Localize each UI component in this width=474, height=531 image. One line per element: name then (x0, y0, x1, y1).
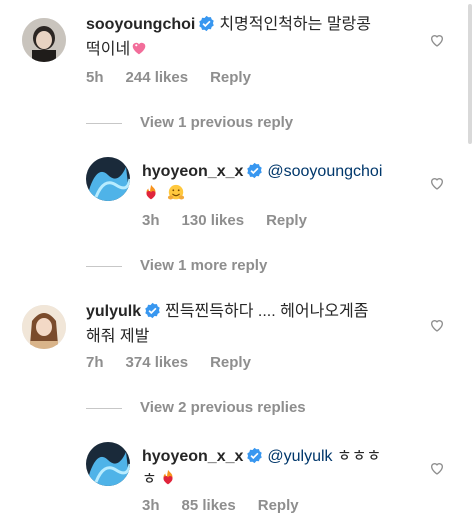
likes-count[interactable]: 374 likes (126, 354, 189, 371)
comment-body: 찐득찐득하다 .... 헤어나오게좀 (165, 303, 369, 320)
like-heart-icon[interactable] (429, 317, 445, 333)
verified-icon (199, 15, 215, 32)
view-previous-reply-link[interactable]: View 1 previous reply (86, 114, 293, 131)
scrollbar[interactable] (468, 4, 472, 144)
comment-text-line2: ㅎ (142, 469, 177, 491)
view-link-label: View 1 more reply (140, 257, 268, 274)
comment-meta: 5h 244 likes Reply (86, 69, 273, 86)
hugging-face-icon (168, 184, 185, 200)
likes-count[interactable]: 85 likes (182, 497, 236, 514)
reply-button[interactable]: Reply (210, 69, 251, 86)
comment-text: hyoyeon_x_x @yulyulk ㅎㅎㅎ (142, 446, 381, 468)
view-link-label: View 1 previous reply (140, 114, 294, 131)
view-more-reply-link[interactable]: View 1 more reply (86, 257, 267, 274)
comment-meta: 7h 374 likes Reply (86, 354, 273, 371)
reply-button[interactable]: Reply (210, 354, 251, 371)
avatar[interactable] (22, 305, 66, 349)
avatar[interactable] (22, 18, 66, 62)
divider (86, 122, 122, 124)
like-heart-icon[interactable] (429, 460, 445, 476)
sparkling-heart-icon (132, 42, 146, 55)
view-previous-replies-link[interactable]: View 2 previous replies (86, 399, 306, 416)
mention-link[interactable]: @sooyoungchoi (267, 163, 382, 180)
heart-on-fire-icon (163, 469, 173, 485)
reply-button[interactable]: Reply (258, 497, 299, 514)
username[interactable]: sooyoungchoi (86, 16, 195, 33)
comment-emojis (142, 184, 185, 206)
username[interactable]: hyoyeon_x_x (142, 448, 243, 465)
heart-on-fire-icon (146, 184, 156, 200)
verified-icon (145, 302, 160, 319)
comment-text-line2: 해줘 제발 (86, 326, 149, 348)
comment-body: 치명적인척하는 말랑콩 (219, 16, 371, 33)
comment-text-line2: 떡이네 (86, 39, 148, 61)
divider (86, 407, 122, 409)
comment-text: yulyulk 찐득찐득하다 .... 헤어나오게좀 (86, 301, 368, 323)
comment-body-2: ㅎ (142, 471, 157, 488)
avatar[interactable] (86, 442, 130, 486)
like-heart-icon[interactable] (429, 175, 445, 191)
timestamp: 5h (86, 69, 104, 86)
likes-count[interactable]: 130 likes (182, 212, 245, 229)
comment-meta: 3h 85 likes Reply (142, 497, 321, 514)
comment-meta: 3h 130 likes Reply (142, 212, 329, 229)
mention-link[interactable]: @yulyulk (267, 448, 332, 465)
username[interactable]: yulyulk (86, 303, 141, 320)
username[interactable]: hyoyeon_x_x (142, 163, 243, 180)
divider (86, 265, 122, 267)
verified-icon (247, 162, 263, 179)
timestamp: 3h (142, 497, 160, 514)
view-link-label: View 2 previous replies (140, 399, 306, 416)
timestamp: 3h (142, 212, 160, 229)
comment-body-2: 해줘 제발 (86, 328, 150, 345)
comment-body: ㅎㅎㅎ (337, 448, 382, 465)
comment-text: hyoyeon_x_x @sooyoungchoi (142, 161, 382, 183)
comment-body-2: 떡이네 (86, 41, 131, 58)
likes-count[interactable]: 244 likes (126, 69, 189, 86)
like-heart-icon[interactable] (429, 32, 445, 48)
avatar[interactable] (86, 157, 130, 201)
reply-button[interactable]: Reply (266, 212, 307, 229)
comment-text: sooyoungchoi 치명적인척하는 말랑콩 (86, 14, 371, 36)
timestamp: 7h (86, 354, 104, 371)
verified-icon (247, 447, 263, 464)
